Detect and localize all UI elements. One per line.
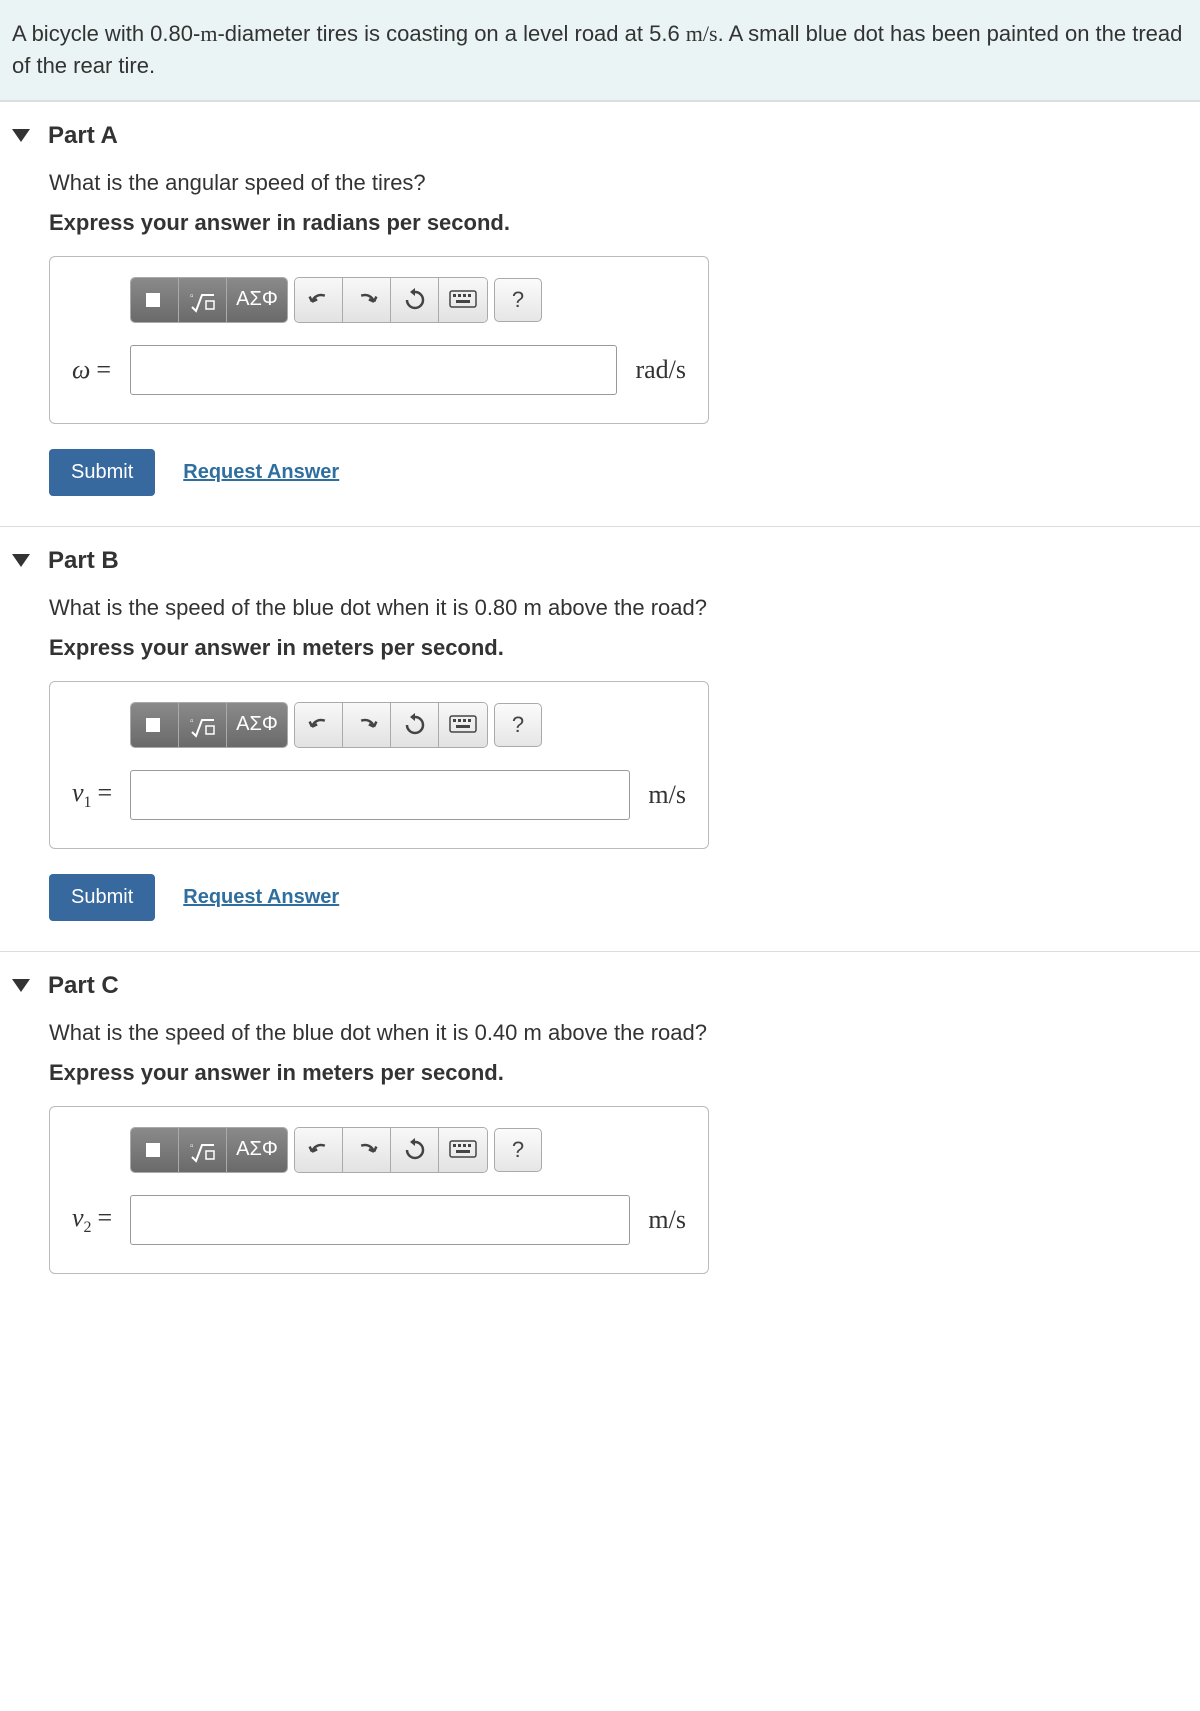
request-answer-link[interactable]: Request Answer [183,461,339,484]
template-icon[interactable] [131,1128,179,1172]
toolbar-group-history [294,277,488,323]
toolbar-group-history [294,702,488,748]
reset-icon[interactable] [391,278,439,322]
problem-statement: A bicycle with 0.80-m-diameter tires is … [0,0,1200,101]
answer-input[interactable] [130,1195,630,1245]
unit-label: rad/s [635,355,686,385]
part-b-body: What is the speed of the blue dot when i… [0,595,1200,951]
submit-button[interactable]: Submit [49,449,155,496]
keyboard-icon[interactable] [439,278,487,322]
redo-icon[interactable] [343,278,391,322]
help-button[interactable]: ? [494,278,542,322]
part-b-header[interactable]: Part B [0,527,1200,595]
greek-letters-button[interactable]: ΑΣΦ [227,703,287,747]
part-a-section: Part A What is the angular speed of the … [0,101,1200,526]
problem-unit: m/s [686,21,718,46]
svg-text:▫: ▫ [190,716,194,727]
actions-row: Submit Request Answer [49,874,1200,921]
part-a-title: Part A [48,122,118,150]
part-a-question: What is the angular speed of the tires? [49,170,1200,196]
part-b-title: Part B [48,547,119,575]
variable-label: v1= [72,778,130,812]
variable-label: ω= [72,355,130,385]
help-button[interactable]: ? [494,1128,542,1172]
toolbar-group-format: ▫ ΑΣΦ [130,1127,288,1173]
template-icon[interactable] [131,703,179,747]
unit-label: m/s [648,1205,686,1235]
radical-fraction-icon[interactable]: ▫ [179,703,227,747]
radical-fraction-icon[interactable]: ▫ [179,278,227,322]
part-b-instruction: Express your answer in meters per second… [49,635,1200,661]
chevron-down-icon [12,979,30,992]
undo-icon[interactable] [295,703,343,747]
radical-fraction-icon[interactable]: ▫ [179,1128,227,1172]
toolbar-group-history [294,1127,488,1173]
unit-label: m/s [648,780,686,810]
part-b-section: Part B What is the speed of the blue dot… [0,526,1200,951]
greek-letters-button[interactable]: ΑΣΦ [227,1128,287,1172]
variable-label: v2= [72,1203,130,1237]
input-row: v2= m/s [72,1195,686,1245]
part-a-instruction: Express your answer in radians per secon… [49,210,1200,236]
chevron-down-icon [12,554,30,567]
part-a-body: What is the angular speed of the tires? … [0,170,1200,526]
redo-icon[interactable] [343,1128,391,1172]
part-b-question: What is the speed of the blue dot when i… [49,595,1200,621]
toolbar-group-format: ▫ ΑΣΦ [130,277,288,323]
greek-letters-button[interactable]: ΑΣΦ [227,278,287,322]
actions-row: Submit Request Answer [49,449,1200,496]
editor-toolbar: ▫ ΑΣΦ [130,277,686,323]
chevron-down-icon [12,129,30,142]
keyboard-icon[interactable] [439,1128,487,1172]
undo-icon[interactable] [295,278,343,322]
submit-button[interactable]: Submit [49,874,155,921]
part-c-section: Part C What is the speed of the blue dot… [0,951,1200,1304]
editor-toolbar: ▫ ΑΣΦ [130,1127,686,1173]
part-c-body: What is the speed of the blue dot when i… [0,1020,1200,1304]
request-answer-link[interactable]: Request Answer [183,886,339,909]
keyboard-icon[interactable] [439,703,487,747]
problem-text: A bicycle with 0.80- [12,21,200,46]
answer-input[interactable] [130,345,617,395]
answer-box: ▫ ΑΣΦ [49,681,709,849]
input-row: v1= m/s [72,770,686,820]
reset-icon[interactable] [391,703,439,747]
part-a-header[interactable]: Part A [0,102,1200,170]
reset-icon[interactable] [391,1128,439,1172]
help-button[interactable]: ? [494,703,542,747]
problem-unit: m [200,21,217,46]
undo-icon[interactable] [295,1128,343,1172]
svg-text:▫: ▫ [190,1141,194,1152]
input-row: ω= rad/s [72,345,686,395]
part-c-instruction: Express your answer in meters per second… [49,1060,1200,1086]
part-c-question: What is the speed of the blue dot when i… [49,1020,1200,1046]
problem-text: -diameter tires is coasting on a level r… [217,21,685,46]
svg-text:▫: ▫ [190,291,194,302]
answer-input[interactable] [130,770,630,820]
answer-box: ▫ ΑΣΦ [49,1106,709,1274]
editor-toolbar: ▫ ΑΣΦ [130,702,686,748]
toolbar-group-format: ▫ ΑΣΦ [130,702,288,748]
part-c-title: Part C [48,972,119,1000]
template-icon[interactable] [131,278,179,322]
answer-box: ▫ ΑΣΦ [49,256,709,424]
redo-icon[interactable] [343,703,391,747]
part-c-header[interactable]: Part C [0,952,1200,1020]
